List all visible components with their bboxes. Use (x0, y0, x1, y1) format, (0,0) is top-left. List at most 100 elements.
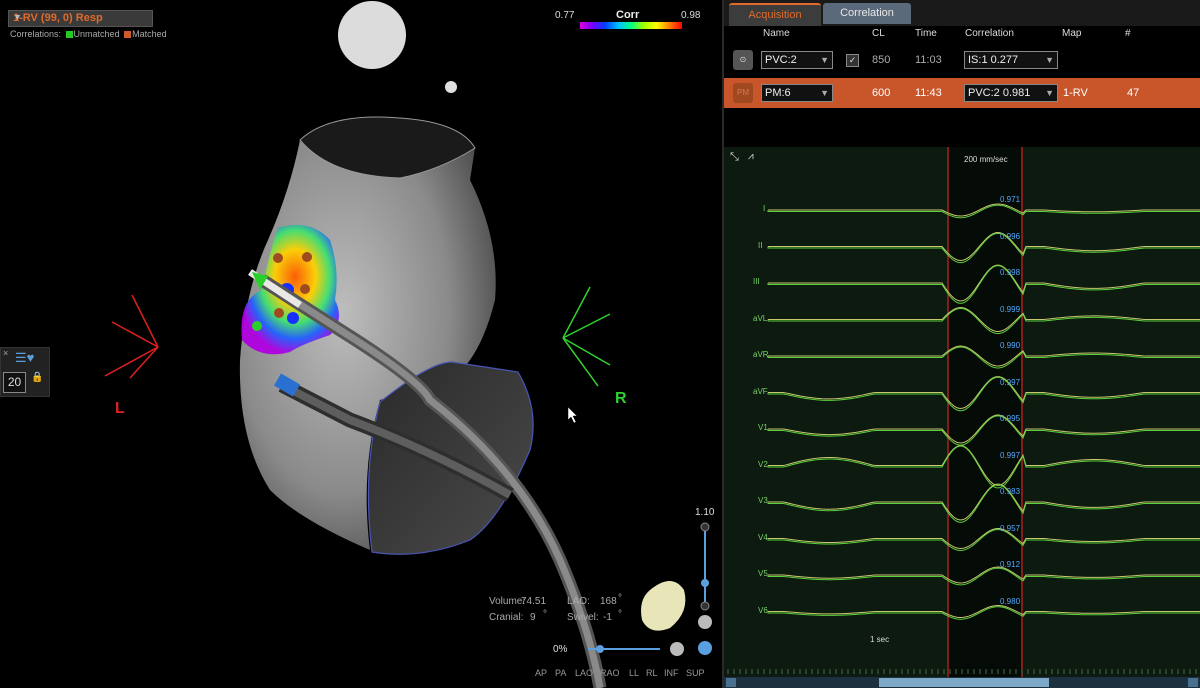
lead-label: aVF (753, 386, 768, 396)
header-map: Map (1062, 28, 1082, 39)
zoom-slider-handle[interactable] (701, 579, 709, 587)
view-lao-button[interactable]: LAO (575, 668, 593, 678)
lead-label: I (763, 204, 766, 213)
lao-value: 168 (600, 596, 617, 607)
horizontal-scrollbar[interactable] (724, 677, 1200, 688)
cranial-label: Cranial: (489, 612, 524, 623)
scroll-left-icon[interactable] (726, 678, 736, 687)
view-pa-button[interactable]: PA (555, 668, 566, 678)
swivel-label: Swivel: (567, 612, 599, 623)
transparency-slider-handle[interactable] (596, 645, 604, 653)
header-correlation: Correlation (965, 28, 1014, 39)
correlation-select-value: PVC:2 0.981 (968, 87, 1031, 99)
name-select-value: PM:6 (765, 87, 791, 99)
tab-acquisition[interactable]: Acquisition (729, 3, 821, 26)
lao-label: LAO: (567, 596, 590, 607)
header-time: Time (915, 28, 937, 39)
anatomy-3d-scene[interactable] (0, 0, 722, 688)
ecg-comparison-view[interactable]: ⤡ ⩘ 200 mm/sec 1 sec I 0.971 II 0.996 III 0.9… (724, 147, 1200, 677)
left-orientation-marker (104, 294, 159, 379)
chevron-down-icon: ▼ (820, 88, 829, 98)
time-value: 11:43 (915, 87, 942, 99)
cl-value: 850 (872, 54, 891, 66)
zoom-in-icon[interactable] (700, 522, 710, 532)
tab-bar: Acquisition Correlation (724, 0, 1200, 26)
matched-point (274, 308, 284, 318)
heart-list-icon[interactable]: ☰♥ (15, 350, 34, 366)
view-sup-button[interactable]: SUP (686, 668, 705, 678)
lead-label: V3 (758, 496, 768, 505)
close-icon[interactable]: × (3, 348, 8, 358)
pvc-table: Name CL Time Correlation Map # ⊙ PVC:2 ▼ … (724, 26, 1200, 144)
scroll-right-icon[interactable] (1188, 678, 1198, 687)
lead-correlation-value: 0.983 (1000, 487, 1021, 496)
correlation-select[interactable]: PVC:2 0.981 ▼ (964, 84, 1058, 102)
volume-value: 74.51 (521, 596, 547, 607)
right-orientation-label: R (615, 390, 627, 407)
header-name: Name (763, 28, 790, 39)
volume-label: Volume: (489, 596, 526, 607)
orientation-heart-icon[interactable] (641, 581, 686, 631)
light-sphere (338, 1, 406, 69)
tab-correlation[interactable]: Correlation (823, 3, 911, 24)
view-rao-button[interactable]: RAO (600, 668, 620, 678)
cl-value: 600 (872, 87, 891, 99)
lead-correlation-value: 0.997 (1000, 450, 1021, 460)
view-ll-button[interactable]: LL (629, 668, 639, 678)
table-row[interactable]: PM PM:6 ▼ 600 11:43 PVC:2 0.981 ▼ 1-RV 47 (724, 78, 1200, 108)
matched-point (273, 253, 283, 263)
lead-label: V6 (758, 605, 768, 615)
lead-label: aVL (753, 313, 768, 323)
time-scale: 1 sec (870, 635, 890, 644)
cranial-degree: ° (543, 609, 547, 620)
map-value: 1-RV (1063, 87, 1088, 99)
view-rl-button[interactable]: RL (646, 668, 658, 678)
pvc-template-icon: ⊙ (733, 50, 753, 70)
lead-correlation-value: 0.995 (1000, 414, 1021, 423)
map-viewport[interactable]: 1-RV (99, 0) Resp ▼ Correlations: Unmatc… (0, 0, 722, 688)
lead-correlation-value: 0.999 (1000, 304, 1021, 314)
lead-correlation-value: 0.990 (1000, 341, 1021, 350)
acquisition-panel: Acquisition Correlation Name CL Time Cor… (722, 0, 1200, 688)
row-checkbox[interactable]: ✓ (846, 54, 859, 67)
count-value: 47 (1127, 87, 1140, 99)
name-select[interactable]: PVC:2 ▼ (761, 51, 833, 69)
view-options-icon[interactable] (698, 615, 712, 629)
name-select-value: PVC:2 (765, 54, 797, 66)
swivel-value: -1 (603, 612, 612, 623)
sweep-speed: 200 mm/sec (964, 155, 1008, 164)
matched-point (300, 284, 310, 294)
cranial-value: 9 (530, 612, 536, 623)
reset-view-icon[interactable] (698, 641, 712, 655)
view-ap-button[interactable]: AP (535, 668, 547, 678)
correlation-select[interactable]: IS:1 0.277 ▼ (964, 51, 1058, 69)
lao-degree: ° (618, 593, 622, 604)
lead-label: V5 (758, 569, 768, 578)
left-orientation-label: L (115, 400, 125, 417)
zoom-value: 1.10 (695, 507, 715, 518)
unmatched-point (252, 321, 262, 331)
ecg-traces (727, 147, 1200, 677)
matched-point (302, 252, 312, 262)
lead-label: V4 (758, 532, 768, 542)
lock-icon[interactable]: 🔒 (31, 372, 43, 383)
lead-label: II (758, 240, 763, 250)
zoom-out-icon[interactable] (700, 601, 710, 611)
reference-marker (445, 81, 457, 93)
name-select[interactable]: PM:6 ▼ (761, 84, 833, 102)
lead-correlation-value: 0.971 (1000, 195, 1021, 204)
scrollbar-thumb[interactable] (879, 678, 1049, 687)
point-count-box[interactable]: 20 (3, 372, 26, 393)
time-value: 11:03 (915, 54, 942, 66)
lead-label: V1 (758, 423, 768, 432)
view-inf-button[interactable]: INF (664, 668, 679, 678)
lead-label: III (753, 277, 760, 286)
table-row[interactable]: ⊙ PVC:2 ▼ ✓ 850 11:03 IS:1 0.277 ▼ (724, 46, 1200, 74)
lead-label: aVR (753, 350, 769, 359)
chevron-down-icon: ▼ (820, 55, 829, 65)
transparency-settings-icon[interactable] (670, 642, 684, 656)
lead-correlation-value: 0.997 (1000, 377, 1021, 387)
right-orientation-marker (562, 286, 611, 387)
chevron-down-icon: ▼ (1045, 55, 1054, 65)
lead-correlation-value: 0.996 (1000, 231, 1021, 241)
